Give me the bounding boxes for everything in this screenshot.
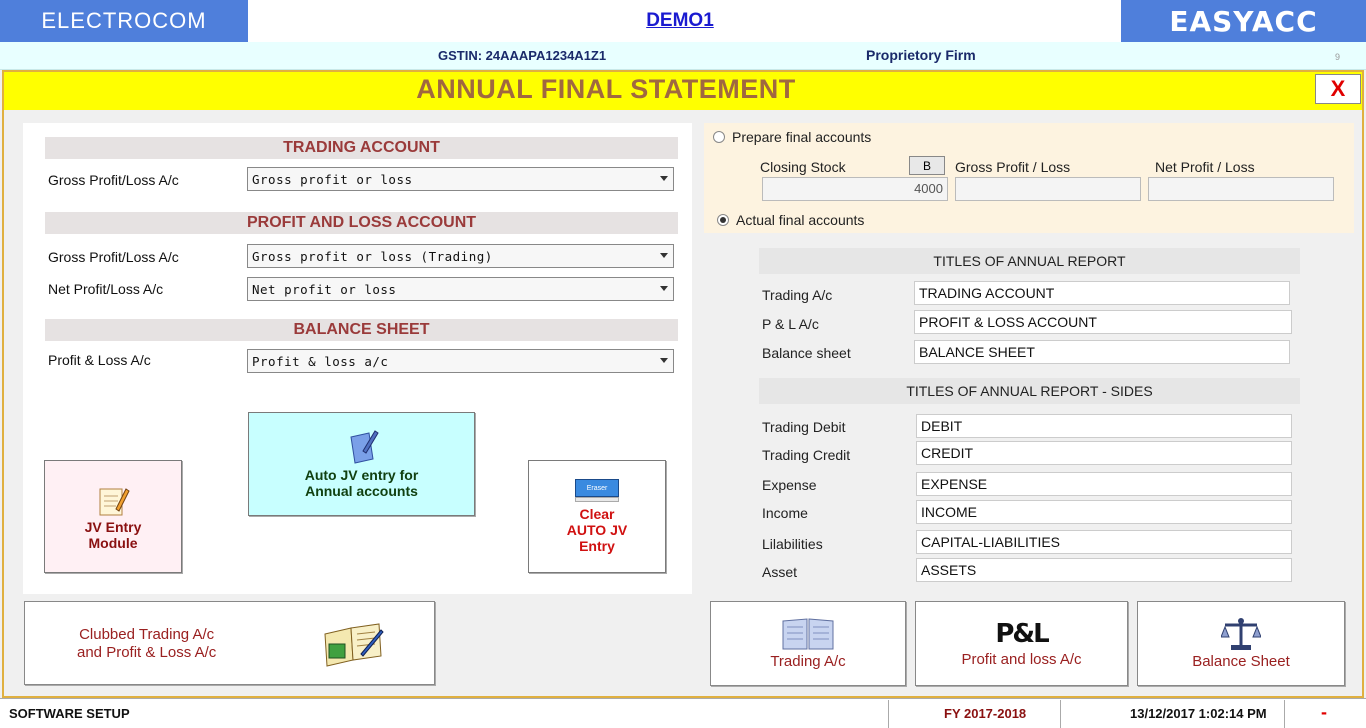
side-label-expense: Expense [762,477,817,493]
side-input-income[interactable]: INCOME [916,500,1292,524]
closing-stock-field[interactable]: 4000 [762,177,948,201]
profit-loss-ac-button[interactable]: P&L Profit and loss A/c [915,601,1128,686]
pl-account-header: PROFIT AND LOSS ACCOUNT [45,212,678,234]
clubbed-label-1: Clubbed Trading A/c [79,626,215,643]
status-software-setup: SOFTWARE SETUP [9,706,130,721]
gross-pl-field[interactable] [955,177,1141,201]
auto-jv-label-2: Annual accounts [305,483,418,499]
trading-gross-label: Gross Profit/Loss A/c [48,172,179,188]
trading-book-icon [782,618,834,650]
side-label-debit: Trading Debit [762,419,846,435]
status-datetime: 13/12/2017 1:02:14 PM [1130,706,1267,721]
gross-pl-label: Gross Profit / Loss [955,159,1071,175]
side-label-income: Income [762,505,808,521]
title-input-bs[interactable]: BALANCE SHEET [914,340,1290,364]
bs-pl-select-value: Profit & loss a/c [252,353,389,369]
bs-pl-select[interactable]: Profit & loss a/c [247,349,674,373]
side-input-credit[interactable]: CREDIT [916,441,1292,465]
firm-type-label: Proprietory Firm [866,47,976,63]
trading-gross-select-value: Gross profit or loss [252,171,413,187]
side-label-asset: Asset [762,564,798,580]
jv-entry-label-2: Module [88,534,138,551]
side-input-liabilities[interactable]: CAPITAL-LIABILITIES [916,530,1292,554]
eraser-text: Eraser [586,484,608,492]
jv-entry-label-1: JV Entry [84,518,142,535]
status-fy: FY 2017-2018 [944,706,1027,721]
company-name-link[interactable]: DEMO1 [560,10,800,32]
pl-icon: P&L [995,619,1049,649]
title-input-pl[interactable]: PROFIT & LOSS ACCOUNT [914,310,1292,334]
side-label-credit: Trading Credit [762,447,851,463]
trading-ac-label: Trading A/c [770,653,846,670]
minimize-button[interactable]: - [1321,702,1327,723]
clubbed-label-2: and Profit & Loss A/c [77,644,217,661]
pl-gross-label: Gross Profit/Loss A/c [48,249,179,265]
title-label-bs: Balance sheet [762,345,851,361]
document-pen-icon [349,430,379,464]
eraser-icon: Eraser [575,479,619,497]
titles-header: TITLES OF ANNUAL REPORT [759,248,1300,274]
chevron-down-icon [660,176,668,181]
close-button[interactable]: X [1315,74,1361,104]
auto-jv-label-1: Auto JV entry for [304,467,419,483]
side-input-expense[interactable]: EXPENSE [916,472,1292,496]
clear-auto-jv-button[interactable]: Eraser Clear AUTO JV Entry [528,460,666,573]
brand-left: ELECTROCOM [0,0,248,42]
status-divider [888,700,889,728]
notepad-pencil-icon [99,487,130,515]
actual-final-radio[interactable] [717,214,729,226]
trading-ac-button[interactable]: Trading A/c [710,601,906,686]
closing-stock-label: Closing Stock [760,159,846,175]
status-divider [1284,700,1285,728]
side-label-liabilities: Lilabilities [762,536,823,552]
pl-gross-select[interactable]: Gross profit or loss (Trading) [247,244,674,268]
eraser-base [575,497,619,502]
page-title: ANNUAL FINAL STATEMENT [416,74,796,104]
clear-label-3: Entry [579,538,615,554]
brand-right: EASYACC [1121,0,1366,42]
chevron-down-icon [660,253,668,258]
profit-loss-label: Profit and loss A/c [961,651,1082,668]
status-divider [1060,700,1061,728]
b-button[interactable]: B [909,156,945,175]
bs-pl-label: Profit & Loss A/c [48,352,151,368]
page-number: 9 [1335,52,1341,62]
clear-label-1: Clear [579,506,615,522]
trading-gross-select[interactable]: Gross profit or loss [247,167,674,191]
jv-entry-module-button[interactable]: JV Entry Module [44,460,182,573]
title-label-pl: P & L A/c [762,316,819,332]
side-input-asset[interactable]: ASSETS [916,558,1292,582]
net-pl-field[interactable] [1148,177,1334,201]
clubbed-label: Clubbed Trading A/c and Profit & Loss A/… [77,626,216,662]
clubbed-trading-pl-button[interactable]: Clubbed Trading A/c and Profit & Loss A/… [24,601,435,685]
pl-net-select[interactable]: Net profit or loss [247,277,674,301]
ledger-book-icon [324,623,384,667]
balance-sheet-label: Balance Sheet [1192,653,1290,670]
pl-net-select-value: Net profit or loss [252,281,397,297]
clear-label-2: AUTO JV [566,522,628,538]
pl-net-label: Net Profit/Loss A/c [48,281,164,297]
actual-final-label: Actual final accounts [736,212,865,228]
title-input-trading[interactable]: TRADING ACCOUNT [914,281,1290,305]
net-pl-label: Net Profit / Loss [1155,159,1255,175]
pl-gross-select-value: Gross profit or loss (Trading) [252,248,493,264]
gstin-label: GSTIN: 24AAAPA1234A1Z1 [438,48,607,63]
chevron-down-icon [660,358,668,363]
auto-jv-entry-button[interactable]: Auto JV entry for Annual accounts [248,412,475,516]
prepare-final-label: Prepare final accounts [732,129,872,145]
title-label-trading: Trading A/c [762,287,833,303]
side-input-debit[interactable]: DEBIT [916,414,1292,438]
balance-sheet-button[interactable]: Balance Sheet [1137,601,1345,686]
chevron-down-icon [660,286,668,291]
balance-sheet-header: BALANCE SHEET [45,319,678,341]
prepare-final-radio[interactable] [713,131,725,143]
sides-header: TITLES OF ANNUAL REPORT - SIDES [759,378,1300,404]
trading-account-header: TRADING ACCOUNT [45,137,678,159]
info-bar [0,42,1366,70]
scales-icon [1221,618,1261,650]
